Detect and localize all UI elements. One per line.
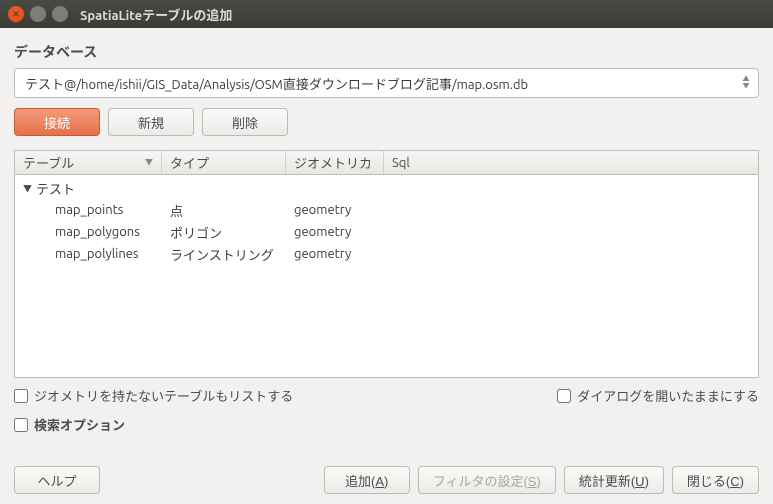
cell-geom: geometry (286, 203, 384, 217)
stats-update-button[interactable]: 統計更新(U) (564, 466, 664, 494)
help-button[interactable]: ヘルプ (14, 466, 100, 494)
cell-type: ポリゴン (162, 223, 286, 242)
checkbox-keepopen[interactable]: ダイアログを開いたままにする (557, 386, 759, 405)
filter-button: フィルタの設定(S) (418, 466, 556, 494)
cell-name: map_points (15, 203, 162, 217)
table-row[interactable]: map_polylinesラインストリングgeometry (15, 243, 758, 265)
maximize-icon[interactable] (52, 6, 68, 22)
header-table[interactable]: テーブル ▼ (15, 151, 162, 174)
checkbox-searchopt[interactable]: 検索オプション (14, 415, 759, 434)
checkbox-searchopt-input[interactable] (14, 418, 28, 432)
tables-list[interactable]: テーブル ▼ タイプ ジオメトリカ Sql ▼ テスト map_points点g… (14, 150, 759, 378)
cell-name: map_polygons (15, 225, 162, 239)
checkbox-nogeom-input[interactable] (14, 389, 28, 403)
cell-geom: geometry (286, 247, 384, 261)
connect-button[interactable]: 接続 (14, 108, 100, 136)
delete-button[interactable]: 削除 (202, 108, 288, 136)
cell-type: 点 (162, 201, 286, 220)
database-label: データベース (14, 42, 759, 62)
expand-icon[interactable]: ▼ (23, 182, 32, 195)
database-selected-value: テスト@/home/ishii/GIS_Data/Analysis/OSM直接ダ… (25, 74, 528, 93)
checkbox-keepopen-input[interactable] (557, 389, 571, 403)
database-select[interactable]: テスト@/home/ishii/GIS_Data/Analysis/OSM直接ダ… (14, 68, 759, 98)
titlebar: ✕ SpatiaLiteテーブルの追加 (0, 0, 773, 28)
cell-geom: geometry (286, 225, 384, 239)
dropdown-spinner-icon[interactable]: ▲▼ (738, 71, 754, 95)
checkbox-nogeom[interactable]: ジオメトリを持たないテーブルもリストする (14, 386, 293, 405)
sort-icon: ▼ (145, 157, 153, 168)
window-title: SpatiaLiteテーブルの追加 (80, 5, 232, 24)
group-row[interactable]: ▼ テスト (15, 177, 758, 199)
close-button[interactable]: 閉じる(C) (672, 466, 759, 494)
header-geom[interactable]: ジオメトリカ (286, 151, 384, 174)
table-header: テーブル ▼ タイプ ジオメトリカ Sql (15, 151, 758, 175)
table-row[interactable]: map_points点geometry (15, 199, 758, 221)
group-name: テスト (36, 179, 75, 198)
header-type[interactable]: タイプ (162, 151, 286, 174)
header-sql[interactable]: Sql (384, 151, 758, 174)
cell-name: map_polylines (15, 247, 162, 261)
close-icon[interactable]: ✕ (8, 6, 24, 22)
add-button[interactable]: 追加(A) (324, 466, 410, 494)
new-button[interactable]: 新規 (108, 108, 194, 136)
cell-type: ラインストリング (162, 245, 286, 264)
minimize-icon[interactable] (30, 6, 46, 22)
window-controls: ✕ (8, 6, 68, 22)
table-row[interactable]: map_polygonsポリゴンgeometry (15, 221, 758, 243)
